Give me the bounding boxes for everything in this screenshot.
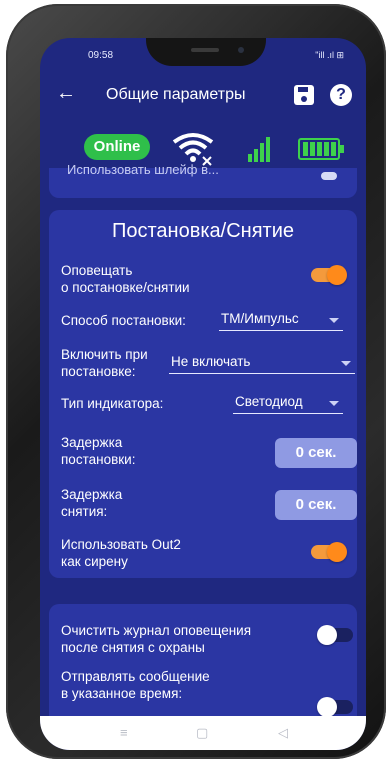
indicator-type-value: Светодиод xyxy=(235,394,303,409)
phone-frame: 09:58 "ill .ıl ⊞ ← Общие параметры ? Onl… xyxy=(6,4,386,759)
disarm-delay-label: Задержка снятия: xyxy=(61,487,123,519)
online-badge: Online xyxy=(84,134,150,160)
enable-on-arm-select[interactable]: Не включать xyxy=(169,353,355,374)
dropdown-arrow-icon xyxy=(329,318,339,323)
arming-settings-card: Постановка/Снятие Оповещать о постановке… xyxy=(49,210,357,578)
indicator-type-label: Тип индикатора: xyxy=(61,396,164,411)
indicator-type-select[interactable]: Светодиод xyxy=(233,393,343,414)
send-at-time-toggle[interactable] xyxy=(317,697,353,717)
out2-siren-label: Использовать Out2 как сирену xyxy=(61,537,181,569)
cellular-signal-icon xyxy=(248,137,270,162)
arming-method-value: ТМ/Импульс xyxy=(221,311,299,326)
dropdown-arrow-icon xyxy=(329,401,339,406)
app-bar: ← Общие параметры ? xyxy=(40,76,366,116)
notify-arming-label: Оповещать о постановке/снятии xyxy=(61,263,190,295)
previous-settings-card: Использовать шлейф в... xyxy=(49,162,357,198)
device-status-row: Online xyxy=(40,130,366,166)
dropdown-arrow-icon xyxy=(341,361,351,366)
status-signal: "ill .ıl ⊞ xyxy=(315,50,344,60)
status-bar: 09:58 "ill .ıl ⊞ xyxy=(40,38,366,74)
enable-on-arm-value: Не включать xyxy=(171,354,251,369)
out2-siren-toggle[interactable] xyxy=(311,542,347,562)
status-time: 09:58 xyxy=(88,50,114,61)
enable-on-arm-label: Включить при постановке: xyxy=(61,347,148,379)
clear-log-label: Очистить журнал оповещения после снятия … xyxy=(61,623,252,655)
save-icon[interactable] xyxy=(294,85,314,105)
home-icon[interactable]: ▢ xyxy=(196,725,208,741)
clear-log-toggle[interactable] xyxy=(317,625,353,645)
app-screen: 09:58 "ill .ıl ⊞ ← Общие параметры ? Onl… xyxy=(40,38,366,750)
menu-icon[interactable]: ≡ xyxy=(120,725,128,740)
back-arrow-icon[interactable]: ← xyxy=(56,82,76,105)
arming-method-select[interactable]: ТМ/Импульс xyxy=(219,310,343,331)
disarm-delay-button[interactable]: 0 сек. xyxy=(275,490,357,520)
section-title: Постановка/Снятие xyxy=(112,220,294,242)
battery-full-icon xyxy=(298,138,344,160)
wifi-disconnected-icon xyxy=(172,133,214,166)
system-nav-bar: ≡ ▢ ◁ xyxy=(40,716,366,750)
help-icon[interactable]: ? xyxy=(330,84,352,106)
previous-setting-label: Использовать шлейф в... xyxy=(67,162,219,177)
notify-arming-toggle[interactable] xyxy=(311,265,347,285)
arm-delay-label: Задержка постановки: xyxy=(61,435,136,467)
arming-method-label: Способ постановки: xyxy=(61,313,186,328)
arm-delay-button[interactable]: 0 сек. xyxy=(275,438,357,468)
previous-setting-toggle[interactable] xyxy=(321,172,337,180)
back-icon[interactable]: ◁ xyxy=(278,725,288,741)
send-at-time-label: Отправлять сообщение в указанное время: xyxy=(61,669,210,701)
page-title: Общие параметры xyxy=(106,86,246,103)
